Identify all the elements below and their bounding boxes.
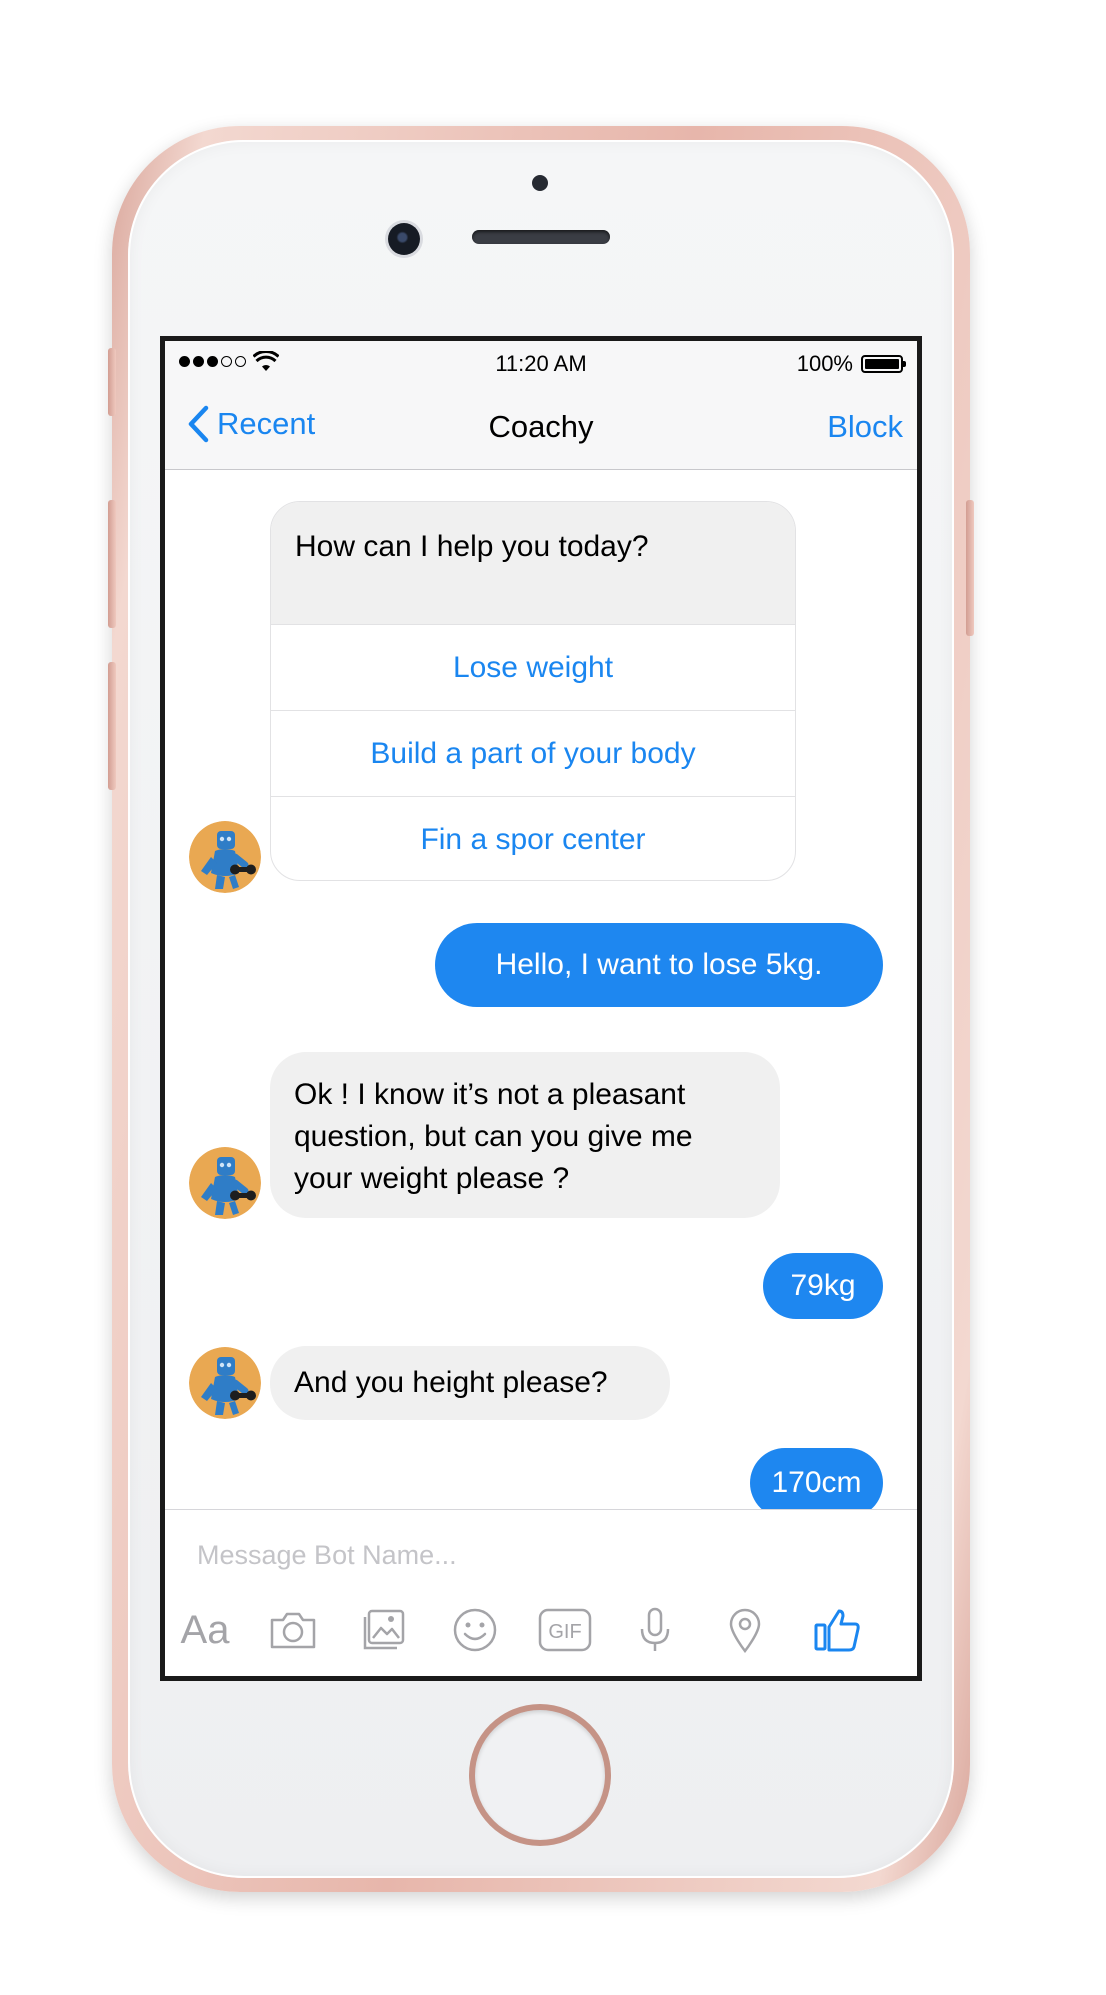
home-button[interactable] bbox=[475, 1710, 605, 1840]
outgoing-message: 170cm bbox=[750, 1448, 883, 1518]
bot-avatar bbox=[189, 1147, 261, 1219]
incoming-message: And you height please? bbox=[270, 1346, 670, 1420]
battery-percentage: 100% bbox=[796, 351, 853, 376]
location-button[interactable] bbox=[715, 1600, 775, 1660]
gallery-icon bbox=[363, 1609, 405, 1650]
earpiece-speaker bbox=[472, 230, 610, 244]
front-camera bbox=[388, 223, 420, 255]
outgoing-message: Hello, I want to lose 5kg. bbox=[435, 923, 883, 1007]
microphone-button[interactable] bbox=[625, 1600, 685, 1660]
quick-reply-card: How can I help you today? Lose weight Bu… bbox=[270, 501, 796, 881]
message-input[interactable] bbox=[195, 1532, 889, 1578]
navigation-bar: Recent Coachy Block bbox=[165, 383, 917, 470]
robot-icon bbox=[189, 1347, 261, 1419]
bot-avatar bbox=[189, 821, 261, 893]
volume-up-button bbox=[108, 500, 116, 628]
screen: 11:20 AM 100% Recent Coachy Block How ca… bbox=[160, 336, 922, 1681]
power-button bbox=[966, 500, 974, 636]
outgoing-message: 79kg bbox=[763, 1253, 883, 1319]
gif-icon: GIF bbox=[538, 1608, 592, 1652]
status-bar: 11:20 AM 100% bbox=[165, 341, 917, 383]
volume-down-button bbox=[108, 662, 116, 790]
gif-label: GIF bbox=[548, 1621, 581, 1643]
gif-button[interactable]: GIF bbox=[535, 1600, 595, 1660]
card-prompt: How can I help you today? bbox=[271, 502, 795, 624]
robot-icon bbox=[189, 821, 261, 893]
camera-icon bbox=[270, 1612, 316, 1649]
quick-reply-find-sport-center[interactable]: Fin a spor center bbox=[271, 796, 795, 880]
gallery-button[interactable] bbox=[354, 1600, 414, 1660]
mute-switch bbox=[108, 348, 116, 416]
robot-icon bbox=[189, 1147, 261, 1219]
location-pin-icon bbox=[729, 1608, 761, 1653]
battery-icon bbox=[861, 355, 906, 373]
composer-toolbar: Aa GIF bbox=[175, 1600, 915, 1660]
text-format-button[interactable]: Aa bbox=[175, 1600, 235, 1660]
message-composer: Aa bbox=[165, 1509, 917, 1676]
quick-reply-lose-weight[interactable]: Lose weight bbox=[271, 624, 795, 710]
emoji-icon bbox=[453, 1608, 497, 1652]
bot-avatar bbox=[189, 1347, 261, 1419]
camera-button[interactable] bbox=[263, 1600, 323, 1660]
like-button[interactable] bbox=[807, 1600, 867, 1660]
proximity-sensor bbox=[532, 175, 548, 191]
incoming-message: Ok ! I know it’s not a pleasant question… bbox=[270, 1052, 780, 1218]
quick-reply-build-body[interactable]: Build a part of your body bbox=[271, 710, 795, 796]
conversation-title: Coachy bbox=[488, 409, 594, 444]
block-button[interactable]: Block bbox=[827, 409, 903, 445]
thumbs-up-icon bbox=[814, 1609, 860, 1652]
microphone-icon bbox=[640, 1607, 670, 1651]
emoji-button[interactable] bbox=[445, 1600, 505, 1660]
